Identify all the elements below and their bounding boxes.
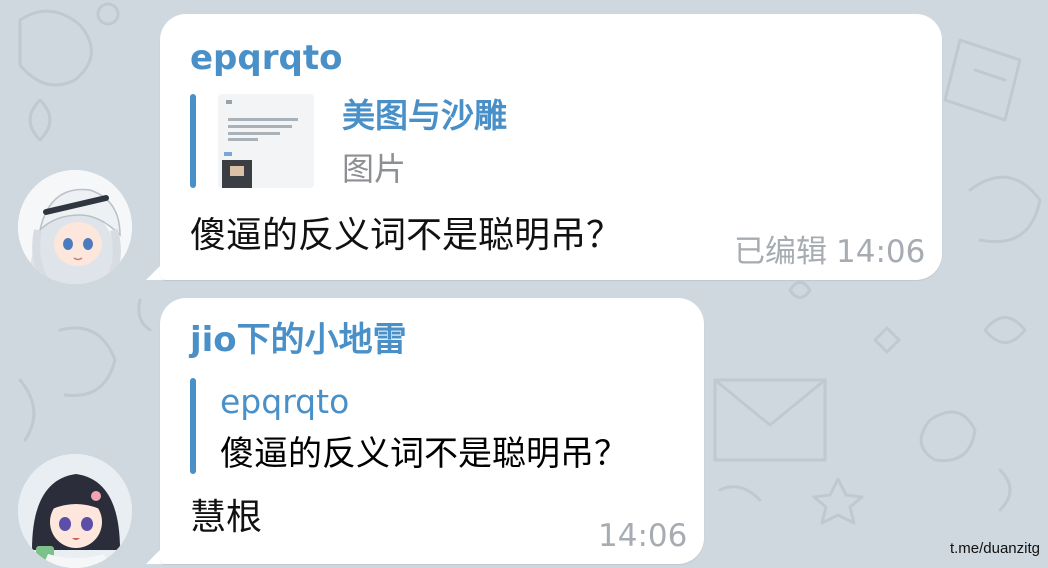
quote-title: 美图与沙雕 — [342, 96, 507, 135]
quoted-photo-thumbnail[interactable] — [218, 94, 314, 188]
sender-name[interactable]: jio下的小地雷 — [190, 320, 407, 360]
sender-name[interactable]: epqrqto — [190, 38, 342, 78]
edited-label: 已编辑 — [734, 234, 827, 270]
avatar[interactable] — [18, 170, 132, 284]
message-time: 14:06 — [598, 518, 688, 554]
quote-title: epqrqto — [220, 382, 350, 421]
message-text: 慧根 — [190, 497, 263, 538]
quote-bar — [190, 378, 196, 474]
watermark: t.me/duanzitg — [949, 540, 1040, 557]
quote-text: 傻逼的反义词不是聪明吊？ — [220, 434, 628, 474]
avatar-anime-girl-dark-hair-icon — [18, 454, 132, 568]
avatar-anime-girl-white-hair-icon — [18, 170, 132, 284]
message-text: 傻逼的反义词不是聪明吊？ — [190, 215, 623, 256]
message-time: 14:06 — [836, 234, 926, 270]
quote-subtitle: 图片 — [342, 150, 407, 188]
quote-bar — [190, 94, 196, 188]
avatar[interactable] — [18, 454, 132, 568]
photo-thumbnail-icon — [218, 94, 314, 188]
